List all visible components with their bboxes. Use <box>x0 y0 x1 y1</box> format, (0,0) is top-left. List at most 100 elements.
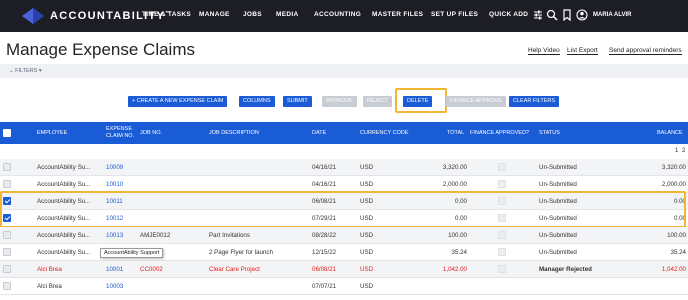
currency-cell: USD <box>360 164 374 171</box>
claim-number-link[interactable]: 10013 <box>106 232 123 239</box>
pager-page-2[interactable]: 2 <box>682 148 685 154</box>
date-cell: 08/28/22 <box>312 232 337 239</box>
row-checkbox[interactable] <box>3 231 11 239</box>
approve-button[interactable]: APPROVE <box>322 96 357 107</box>
help-video-link[interactable]: Help Video <box>528 47 560 55</box>
nav-media[interactable]: MEDIA <box>276 11 298 18</box>
table-row[interactable]: AccountAbility Su... 10009 04/16/21 USD … <box>0 159 688 176</box>
page-title: Manage Expense Claims <box>6 40 195 59</box>
row-checkbox[interactable] <box>3 282 11 290</box>
bookmark-icon[interactable] <box>561 9 573 21</box>
currency-cell: USD <box>360 181 374 188</box>
nav-set-up-files[interactable]: SET UP FILES <box>431 11 478 18</box>
col-date[interactable]: DATE <box>312 130 326 137</box>
balance-cell: 1,042.00 <box>661 266 686 273</box>
nav-master-files[interactable]: MASTER FILES <box>372 11 423 18</box>
user-name[interactable]: MARIA ALVIR <box>593 12 631 18</box>
claim-number-link[interactable]: 10003 <box>106 283 123 290</box>
finance-approved-checkbox <box>498 231 506 239</box>
finance-approved-checkbox <box>498 248 506 256</box>
employee-cell: Alci Brea <box>37 283 62 290</box>
col-currency-code[interactable]: CURRENCY CODE <box>360 130 409 137</box>
col-finance-approved[interactable]: FINANCE APPROVED? <box>470 130 529 137</box>
columns-button[interactable]: COLUMNS <box>239 96 275 107</box>
finance-approved-checkbox <box>498 163 506 171</box>
date-cell: 06/08/21 <box>312 266 337 273</box>
search-icon[interactable] <box>546 9 558 21</box>
total-cell: 35.24 <box>451 249 467 256</box>
nav-manage[interactable]: MANAGE <box>199 11 230 18</box>
filters-toggle[interactable]: ⌄ FILTERS ▾ <box>9 68 42 74</box>
col-status[interactable]: STATUS <box>539 130 560 137</box>
balance-cell: 35.24 <box>670 249 686 256</box>
delete-button[interactable]: DELETE <box>403 96 433 107</box>
table-header: EMPLOYEE EXPENSE CLAIM NO. JOB NO. JOB DE… <box>0 122 688 144</box>
select-all-checkbox[interactable] <box>3 129 11 137</box>
currency-cell: USD <box>360 232 374 239</box>
employee-tooltip: AccountAbility Support <box>100 248 164 258</box>
top-nav: ACCOUNTABILITY™ TIME & TASKS MANAGE JOBS… <box>0 0 688 32</box>
create-expense-claim-button[interactable]: + CREATE A NEW EXPENSE CLAIM <box>128 96 228 107</box>
currency-cell: USD <box>360 249 374 256</box>
status-cell: Un-Submitted <box>539 164 577 171</box>
selected-rows-highlight <box>0 191 686 228</box>
clear-filters-button[interactable]: CLEAR FILTERS <box>509 96 560 107</box>
finance-approved-checkbox <box>498 180 506 188</box>
col-job-no[interactable]: JOB NO. <box>140 130 162 137</box>
total-cell: 100.00 <box>448 232 467 239</box>
finance-approve-button[interactable]: FINANCE APPROVE <box>446 96 506 107</box>
balance-cell: 100.00 <box>667 232 686 239</box>
employee-cell: AccountAbility Su... <box>37 164 91 171</box>
filters-bar <box>0 64 688 78</box>
row-checkbox[interactable] <box>3 180 11 188</box>
employee-cell: AccountAbility Su... <box>37 181 91 188</box>
nav-jobs[interactable]: JOBS <box>243 11 262 18</box>
job-description-cell: Part Invitations <box>209 232 250 239</box>
employee-cell: Alci Brea <box>37 266 62 273</box>
row-checkbox[interactable] <box>3 248 11 256</box>
finance-approved-checkbox <box>498 265 506 273</box>
col-claim-no[interactable]: EXPENSE CLAIM NO. <box>106 126 134 140</box>
col-employee[interactable]: EMPLOYEE <box>37 130 67 137</box>
help-icon[interactable] <box>576 9 588 21</box>
date-cell: 04/16/21 <box>312 164 337 171</box>
employee-cell: AccountAbility Su... <box>37 249 91 256</box>
currency-cell: USD <box>360 266 374 273</box>
submit-button[interactable]: SUBMIT <box>283 96 312 107</box>
total-cell: 1,042.00 <box>442 266 467 273</box>
col-job-description[interactable]: JOB DESCRIPTION <box>209 130 259 137</box>
claim-number-link[interactable]: 10001 <box>106 266 123 273</box>
col-balance[interactable]: BALANCE <box>657 130 683 137</box>
job-description-cell: Clear Care Project <box>209 266 260 273</box>
balance-cell: 2,000.00 <box>661 181 686 188</box>
status-cell: Un-Submitted <box>539 232 577 239</box>
nav-accounting[interactable]: ACCOUNTING <box>314 11 361 18</box>
job-number-cell: AMJE0012 <box>140 232 171 239</box>
send-approval-reminders-link[interactable]: Send approval reminders <box>609 47 682 55</box>
claim-number-link[interactable]: 10010 <box>106 181 123 188</box>
pager-page-1[interactable]: 1 <box>675 148 678 154</box>
status-cell: Un-Submitted <box>539 249 577 256</box>
status-cell: Un-Submitted <box>539 181 577 188</box>
total-cell: 3,320.00 <box>442 164 467 171</box>
claim-number-link[interactable]: 10009 <box>106 164 123 171</box>
list-export-link[interactable]: List Export <box>567 47 598 55</box>
nav-time-tasks[interactable]: TIME & TASKS <box>142 11 191 18</box>
date-cell: 12/15/22 <box>312 249 337 256</box>
balance-cell: 3,320.00 <box>661 164 686 171</box>
nav-quick-add[interactable]: QUICK ADD <box>489 11 528 18</box>
sliders-icon[interactable] <box>532 9 544 21</box>
currency-cell: USD <box>360 283 374 290</box>
job-description-cell: 2 Page Flyer for launch <box>209 249 273 256</box>
col-total[interactable]: TOTAL <box>447 130 464 137</box>
row-checkbox[interactable] <box>3 265 11 273</box>
table-row[interactable]: Alci Brea 10001 CC0002 Clear Care Projec… <box>0 261 688 278</box>
brand-logo-icon[interactable] <box>22 8 44 24</box>
table-row[interactable]: Alci Brea 10003 07/07/21 USD <box>0 278 688 295</box>
reject-button[interactable]: REJECT <box>363 96 393 107</box>
row-checkbox[interactable] <box>3 163 11 171</box>
total-cell: 2,000.00 <box>442 181 467 188</box>
employee-cell: AccountAbility Su... <box>37 232 91 239</box>
date-cell: 04/16/21 <box>312 181 337 188</box>
table-row[interactable]: AccountAbility Su... 10013 AMJE0012 Part… <box>0 227 688 244</box>
